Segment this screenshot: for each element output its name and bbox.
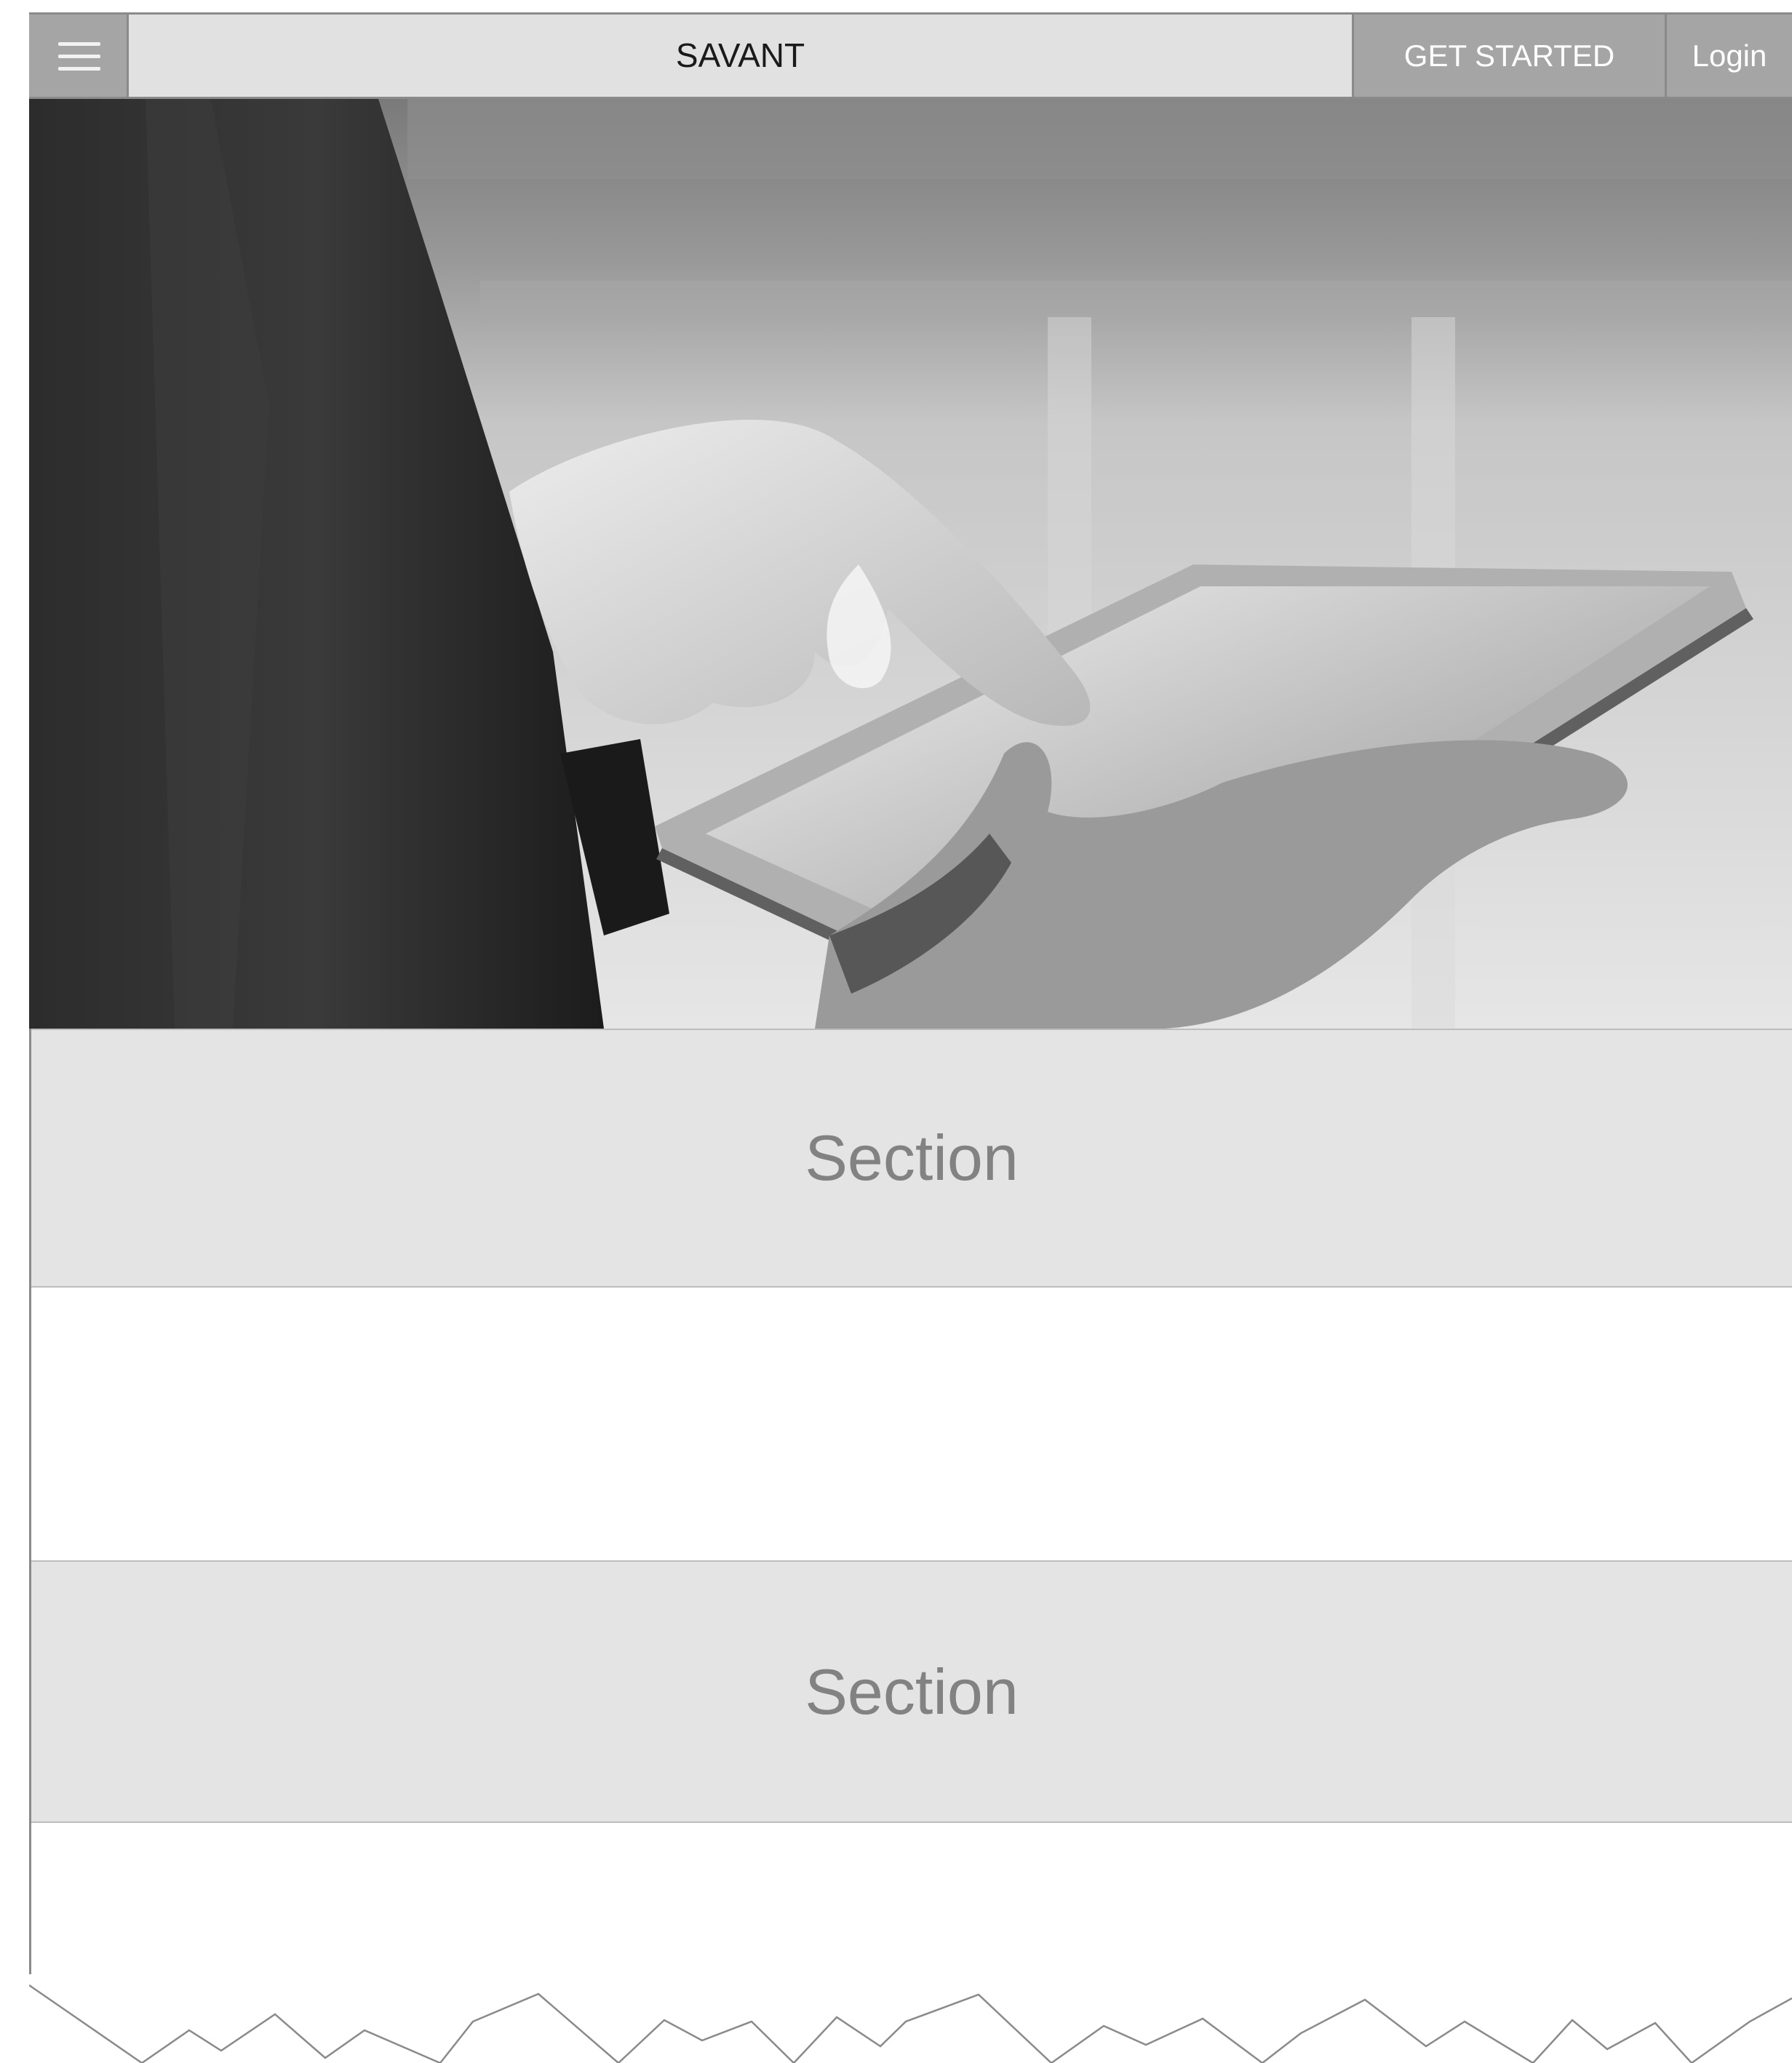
login-button[interactable]: Login (1667, 15, 1792, 97)
get-started-button[interactable]: GET STARTED (1352, 15, 1667, 97)
menu-button[interactable] (29, 15, 129, 97)
torn-edge-icon (29, 1984, 1792, 2063)
header-bar: SAVANT GET STARTED Login (29, 12, 1792, 99)
hero-photo-hands-with-tablet-icon (29, 99, 1792, 1029)
section-band-2: Section (31, 1560, 1792, 1823)
section-band-1: Section (31, 1029, 1792, 1288)
page-wireframe: SAVANT GET STARTED Login Section Section (29, 12, 1792, 2063)
site-logo[interactable]: SAVANT (129, 15, 1352, 97)
hero-image (29, 99, 1792, 1029)
section-label: Section (805, 1122, 1019, 1194)
section-label: Section (805, 1656, 1019, 1728)
